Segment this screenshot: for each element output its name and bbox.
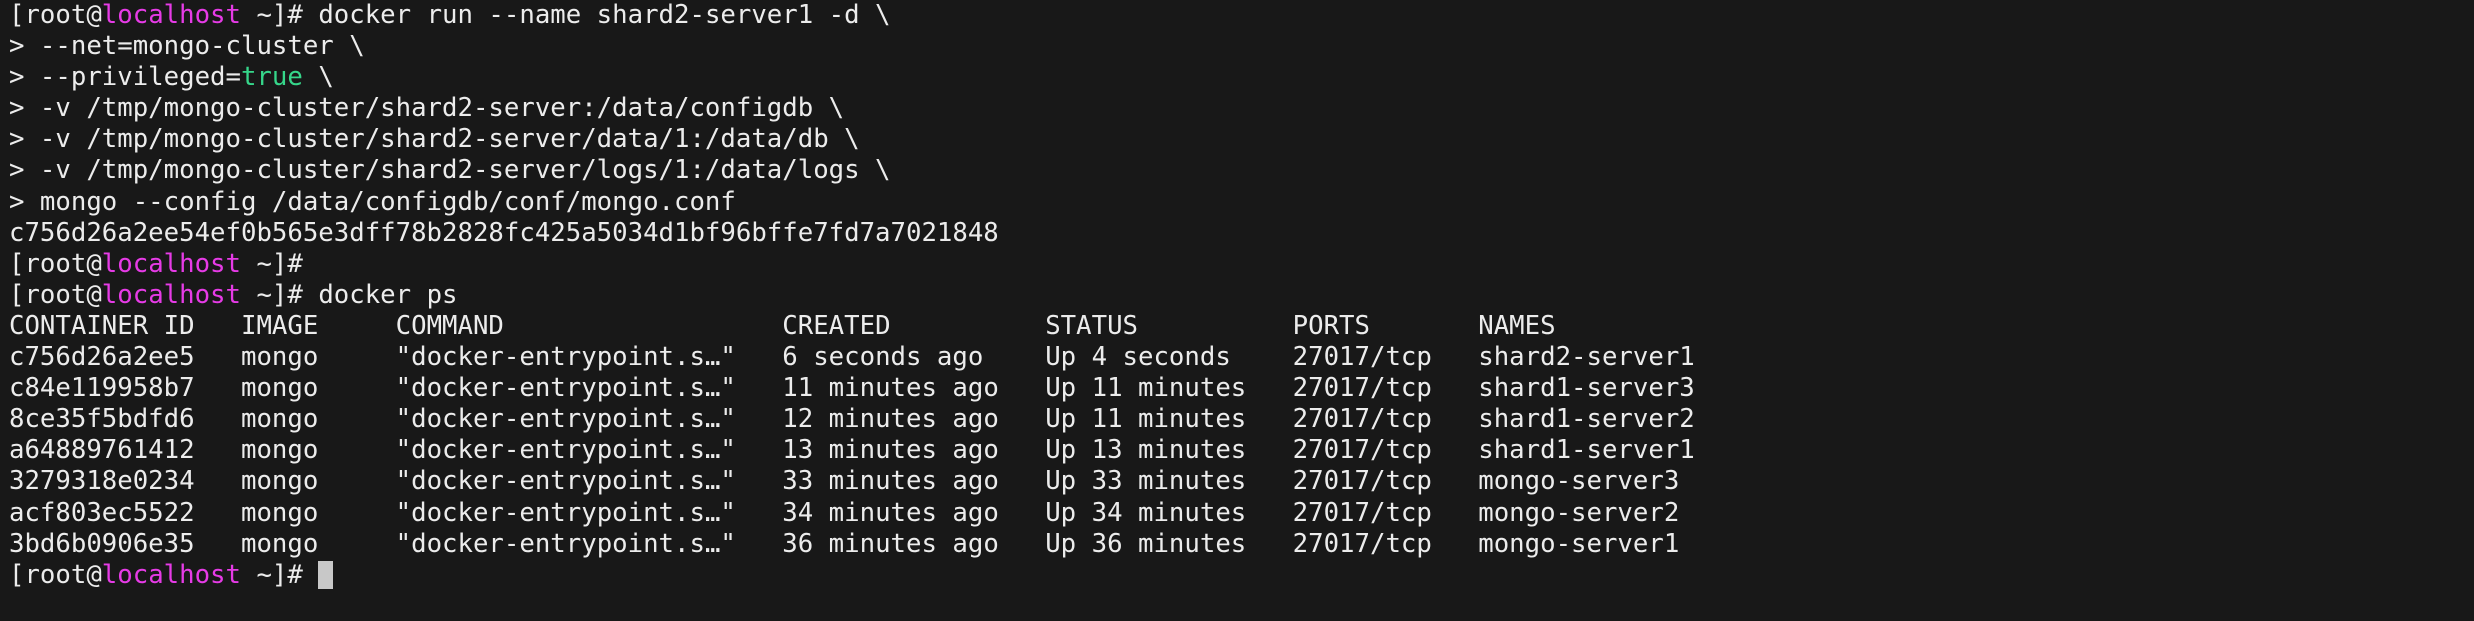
text-cursor[interactable] (318, 560, 334, 589)
continuation-line: > -v /tmp/mongo-cluster/shard2-server:/d… (9, 93, 845, 124)
prompt-dir: ~]# (240, 559, 319, 590)
table-cell: 27017/tcp (1292, 466, 1479, 497)
table-cell: 11 minutes ago (782, 373, 1046, 404)
table-cell: 8ce35f5bdfd6 (9, 404, 241, 435)
table-cell: 3279318e0234 (9, 466, 241, 497)
prompt-host: localhost (101, 559, 241, 590)
table-header: CONTAINER ID IMAGE COMMAND CREATED STATU… (9, 311, 2474, 342)
prompt-user: [root@ (9, 279, 102, 310)
table-cell: Up 13 minutes (1045, 435, 1293, 466)
table-row: 3279318e0234 mongo "docker-entrypoint.s…… (9, 466, 2474, 497)
table-cell: shard1-server2 (1478, 404, 1695, 435)
table-cell: Up 33 minutes (1045, 466, 1293, 497)
table-cell: "docker-entrypoint.s…" (395, 528, 783, 559)
prompt-user: [root@ (9, 0, 102, 30)
table-cell: mongo (240, 373, 396, 404)
continuation-line: > --privileged=true \ (9, 62, 2474, 93)
prompt-line: [root@localhost ~]# docker ps (9, 280, 2474, 311)
prompt-line: [root@localhost ~]# (9, 249, 2474, 280)
table-cell: mongo-server2 (1478, 497, 1680, 528)
table-cell: "docker-entrypoint.s…" (395, 497, 783, 528)
table-cell: "docker-entrypoint.s…" (395, 404, 783, 435)
table-cell: 12 minutes ago (782, 404, 1046, 435)
prompt-user: [root@ (9, 559, 102, 590)
table-cell: 36 minutes ago (782, 528, 1046, 559)
keyword-true: true (240, 62, 303, 93)
table-row: c84e119958b7 mongo "docker-entrypoint.s…… (9, 373, 2474, 404)
prompt-dir: ~]# (240, 279, 319, 310)
table-cell: shard1-server3 (1478, 373, 1695, 404)
table-row: 8ce35f5bdfd6 mongo "docker-entrypoint.s…… (9, 404, 2474, 435)
continuation-text: \ (302, 62, 334, 93)
table-cell: "docker-entrypoint.s…" (395, 373, 783, 404)
table-cell: Up 4 seconds (1045, 342, 1293, 373)
table-cell: mongo (240, 466, 396, 497)
terminal-window[interactable]: [root@localhost ~]# docker run --name sh… (0, 0, 2474, 621)
table-cell: Up 11 minutes (1045, 404, 1293, 435)
table-cell: 27017/tcp (1292, 373, 1479, 404)
prompt-host: localhost (101, 0, 241, 30)
column-header: STATUS (1045, 310, 1293, 341)
table-row: c756d26a2ee5 mongo "docker-entrypoint.s…… (9, 342, 2474, 373)
table-cell: mongo-server1 (1478, 528, 1680, 559)
command-text: docker run --name shard2-server1 -d \ (318, 0, 891, 30)
table-cell: 27017/tcp (1292, 342, 1479, 373)
table-cell: mongo (240, 342, 396, 373)
prompt-host: localhost (101, 279, 241, 310)
table-cell: 34 minutes ago (782, 497, 1046, 528)
table-cell: 27017/tcp (1292, 497, 1479, 528)
table-row: acf803ec5522 mongo "docker-entrypoint.s…… (9, 498, 2474, 529)
table-cell: 3bd6b0906e35 (9, 528, 241, 559)
table-cell: mongo (240, 404, 396, 435)
table-cell: "docker-entrypoint.s…" (395, 466, 783, 497)
table-cell: "docker-entrypoint.s…" (395, 342, 783, 373)
prompt-dir: ~]# (240, 0, 319, 30)
prompt-host: localhost (101, 248, 241, 279)
table-cell: Up 36 minutes (1045, 528, 1293, 559)
table-cell: 27017/tcp (1292, 435, 1479, 466)
table-cell: mongo (240, 528, 396, 559)
table-cell: mongo (240, 435, 396, 466)
table-cell: 27017/tcp (1292, 528, 1479, 559)
table-cell: 27017/tcp (1292, 404, 1479, 435)
table-cell: shard2-server1 (1478, 342, 1695, 373)
prompt-dir: ~]# (240, 248, 319, 279)
prompt-line: [root@localhost ~]# docker run --name sh… (9, 0, 2474, 31)
column-header: CREATED (782, 310, 1046, 341)
continuation-text: > --privileged= (9, 62, 241, 93)
prompt-line[interactable]: [root@localhost ~]# (9, 560, 2474, 591)
container-hash-output: c756d26a2ee54ef0b565e3dff78b2828fc425a50… (9, 217, 999, 248)
table-cell: "docker-entrypoint.s…" (395, 435, 783, 466)
table-cell: 13 minutes ago (782, 435, 1046, 466)
table-cell: c84e119958b7 (9, 373, 241, 404)
continuation-line: > -v /tmp/mongo-cluster/shard2-server/da… (9, 124, 860, 155)
column-header: CONTAINER ID (9, 310, 241, 341)
command-text: docker ps (318, 279, 458, 310)
column-header: PORTS (1292, 310, 1479, 341)
table-row: a64889761412 mongo "docker-entrypoint.s…… (9, 435, 2474, 466)
table-cell: mongo (240, 497, 396, 528)
table-cell: shard1-server1 (1478, 435, 1695, 466)
table-cell: 6 seconds ago (782, 342, 1046, 373)
docker-ps-table: CONTAINER ID IMAGE COMMAND CREATED STATU… (9, 311, 2474, 560)
prompt-user: [root@ (9, 248, 102, 279)
continuation-line: > -v /tmp/mongo-cluster/shard2-server/lo… (9, 155, 891, 186)
table-cell: Up 11 minutes (1045, 373, 1293, 404)
continuation-line: > mongo --config /data/configdb/conf/mon… (9, 186, 736, 217)
table-cell: 33 minutes ago (782, 466, 1046, 497)
table-cell: mongo-server3 (1478, 466, 1680, 497)
table-cell: Up 34 minutes (1045, 497, 1293, 528)
table-cell: c756d26a2ee5 (9, 342, 241, 373)
column-header: IMAGE (240, 310, 396, 341)
table-cell: a64889761412 (9, 435, 241, 466)
continuation-line: > --net=mongo-cluster \ (9, 31, 365, 62)
table-cell: acf803ec5522 (9, 497, 241, 528)
column-header: NAMES (1478, 310, 1556, 341)
column-header: COMMAND (395, 310, 783, 341)
table-row: 3bd6b0906e35 mongo "docker-entrypoint.s…… (9, 529, 2474, 560)
